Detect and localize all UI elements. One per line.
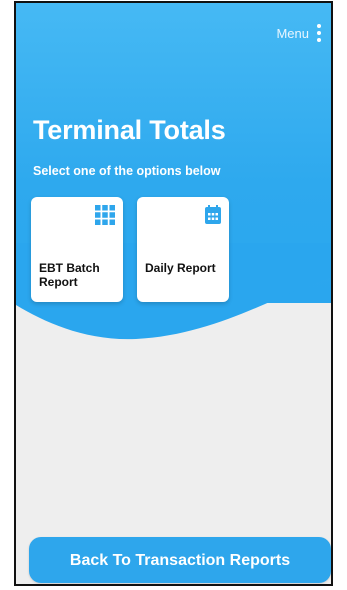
page-subtitle: Select one of the options below <box>33 164 221 178</box>
page-title: Terminal Totals <box>33 115 226 145</box>
ebt-batch-report-label: EBT Batch Report <box>39 261 100 289</box>
device-frame: Menu Terminal Totals Select one of the o… <box>14 1 333 586</box>
back-to-transaction-reports-button[interactable]: Back To Transaction Reports <box>29 537 331 583</box>
calendar-icon <box>205 205 221 229</box>
more-vert-icon <box>317 24 321 42</box>
grid-icon <box>95 205 115 230</box>
daily-report-label: Daily Report <box>145 261 216 275</box>
app-screen: Menu Terminal Totals Select one of the o… <box>16 3 331 584</box>
menu-button[interactable]: Menu <box>276 24 321 42</box>
daily-report-card[interactable]: Daily Report <box>137 197 229 302</box>
menu-label: Menu <box>276 25 309 41</box>
ebt-batch-report-card[interactable]: EBT Batch Report <box>31 197 123 302</box>
